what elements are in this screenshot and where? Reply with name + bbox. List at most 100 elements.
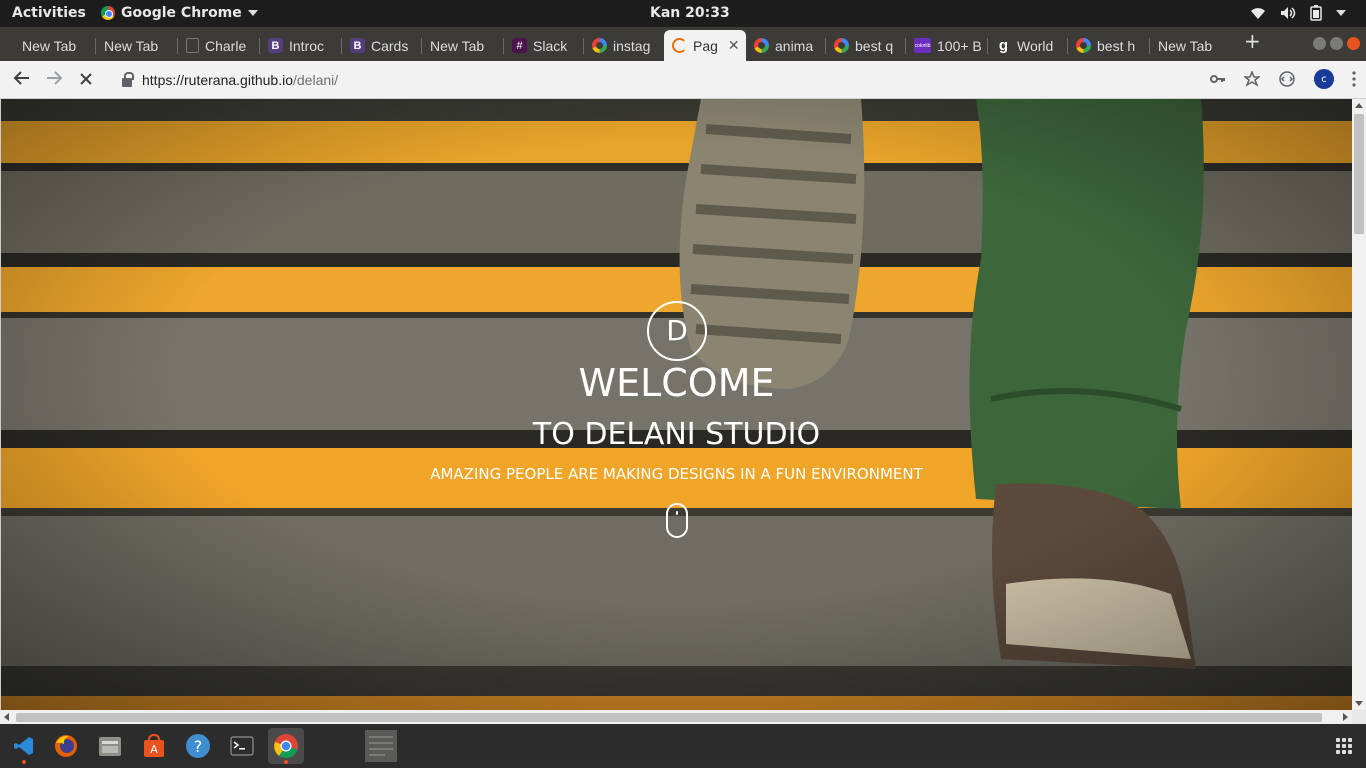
scroll-down-icon[interactable]: [1355, 701, 1363, 706]
chrome-launcher[interactable]: [268, 728, 304, 764]
scrollbar-thumb[interactable]: [16, 713, 1322, 722]
tab-label: best q: [855, 37, 894, 54]
address-bar[interactable]: https://ruterana.github.io/delani/: [112, 66, 1292, 94]
tab-label: anima: [775, 37, 814, 54]
back-button[interactable]: [11, 69, 33, 91]
arrow-left-icon: [13, 71, 29, 85]
tab[interactable]: colorlib 100+ B: [906, 30, 988, 61]
tab[interactable]: New Tab: [14, 30, 96, 61]
chrome-icon: [101, 6, 115, 20]
hero-subtitle: TO DELANI STUDIO: [532, 417, 821, 452]
tab-label: Charle: [205, 37, 247, 54]
help-launcher[interactable]: ?: [180, 728, 216, 764]
arrow-right-icon: [47, 71, 63, 85]
tab[interactable]: anima: [746, 30, 826, 61]
firefox-launcher[interactable]: [48, 728, 84, 764]
google-icon: [592, 38, 607, 53]
clock[interactable]: Kan 20:33: [650, 5, 730, 21]
svg-text:A: A: [150, 743, 158, 756]
system-tray[interactable]: [1250, 5, 1346, 21]
vscode-launcher[interactable]: [6, 728, 42, 764]
tab-label: 100+ B: [937, 37, 982, 54]
scroll-mouse-icon[interactable]: [666, 503, 688, 538]
tab-label: New Tab: [1158, 37, 1213, 54]
tab-label: New Tab: [22, 37, 77, 54]
tab[interactable]: g World: [988, 30, 1068, 61]
hero-section: D WELCOME TO DELANI STUDIO AMAZING PEOPL…: [1, 99, 1352, 710]
files-launcher[interactable]: [92, 728, 128, 764]
maximize-button[interactable]: [1330, 37, 1343, 50]
star-icon[interactable]: [1244, 71, 1260, 87]
browser-toolbar: https://ruterana.github.io/delani/ c: [0, 61, 1366, 99]
new-tab-button[interactable]: +: [1244, 29, 1261, 53]
tab[interactable]: New Tab: [1150, 30, 1232, 61]
tab[interactable]: New Tab: [96, 30, 178, 61]
bootstrap-icon: B: [268, 38, 283, 53]
document-icon: [365, 730, 397, 762]
profile-avatar[interactable]: c: [1314, 69, 1334, 89]
google-icon: [1076, 38, 1091, 53]
software-center-launcher[interactable]: A: [136, 728, 172, 764]
key-icon[interactable]: [1210, 74, 1226, 84]
tab-label: instag: [613, 37, 651, 54]
terminal-launcher[interactable]: [224, 728, 260, 764]
minimize-button[interactable]: [1313, 37, 1326, 50]
scrollbar-corner: [1352, 710, 1366, 724]
tab-strip: New Tab New Tab Charle B Introc B Cards Ne…: [0, 27, 1366, 61]
brand-logo[interactable]: D: [647, 301, 707, 361]
terminal-icon: [230, 736, 254, 756]
tab-label: Pag: [693, 37, 718, 54]
tab[interactable]: B Introc: [260, 30, 342, 61]
activities-button[interactable]: Activities: [12, 5, 86, 21]
more-vert-icon[interactable]: [1352, 71, 1356, 87]
hero-tagline: AMAZING PEOPLE ARE MAKING DESIGNS IN A F…: [430, 465, 923, 483]
app-menu[interactable]: Google Chrome: [101, 5, 258, 21]
scroll-right-icon[interactable]: [1343, 713, 1348, 721]
vscode-icon: [14, 737, 33, 755]
close-window-button[interactable]: [1347, 37, 1360, 50]
stop-button[interactable]: [75, 69, 97, 91]
tab[interactable]: New Tab: [422, 30, 504, 61]
toolbar-actions: c: [1210, 69, 1356, 89]
caret-down-icon: [247, 10, 258, 16]
app-menu-label: Google Chrome: [121, 5, 242, 21]
scroll-left-icon[interactable]: [4, 713, 9, 721]
tab-label: New Tab: [430, 37, 485, 54]
scroll-up-icon[interactable]: [1355, 103, 1363, 108]
horizontal-scrollbar[interactable]: [0, 710, 1352, 724]
tab[interactable]: best q: [826, 30, 906, 61]
volume-icon: [1281, 7, 1296, 19]
tab-active[interactable]: Pag ✕: [664, 30, 746, 61]
url-host: https://ruterana.github.io: [142, 72, 293, 88]
window-controls: [1313, 37, 1360, 50]
help-icon: ?: [186, 734, 210, 758]
document-launcher[interactable]: [362, 728, 400, 764]
tab[interactable]: # Slack: [504, 30, 584, 61]
lock-icon[interactable]: [122, 71, 134, 87]
tab-label: Introc: [289, 37, 325, 54]
software-center-icon: A: [144, 734, 164, 757]
extension-icon[interactable]: [1278, 70, 1296, 88]
goodreads-icon: g: [998, 37, 1009, 54]
system-top-bar: Activities Google Chrome Kan 20:33: [0, 0, 1366, 27]
hero-title: WELCOME: [578, 361, 775, 405]
doc-icon: [186, 38, 199, 53]
tab[interactable]: B Cards: [342, 30, 422, 61]
show-applications-icon[interactable]: [1336, 738, 1352, 754]
tab[interactable]: best h: [1068, 30, 1150, 61]
tab[interactable]: Charle: [178, 30, 260, 61]
system-menu-caret-icon: [1336, 10, 1346, 16]
tab[interactable]: instag: [584, 30, 664, 61]
battery-icon: [1310, 5, 1322, 21]
loading-icon: [672, 38, 687, 53]
vertical-scrollbar[interactable]: [1352, 99, 1366, 710]
forward-button[interactable]: [43, 69, 65, 91]
tab-label: New Tab: [104, 37, 159, 54]
close-icon[interactable]: ✕: [728, 37, 740, 54]
slack-icon: #: [512, 38, 527, 53]
scrollbar-thumb[interactable]: [1354, 114, 1364, 234]
firefox-icon: [55, 735, 77, 757]
files-icon: [99, 737, 121, 756]
tab-label: World: [1017, 37, 1054, 54]
close-icon: [80, 73, 92, 85]
